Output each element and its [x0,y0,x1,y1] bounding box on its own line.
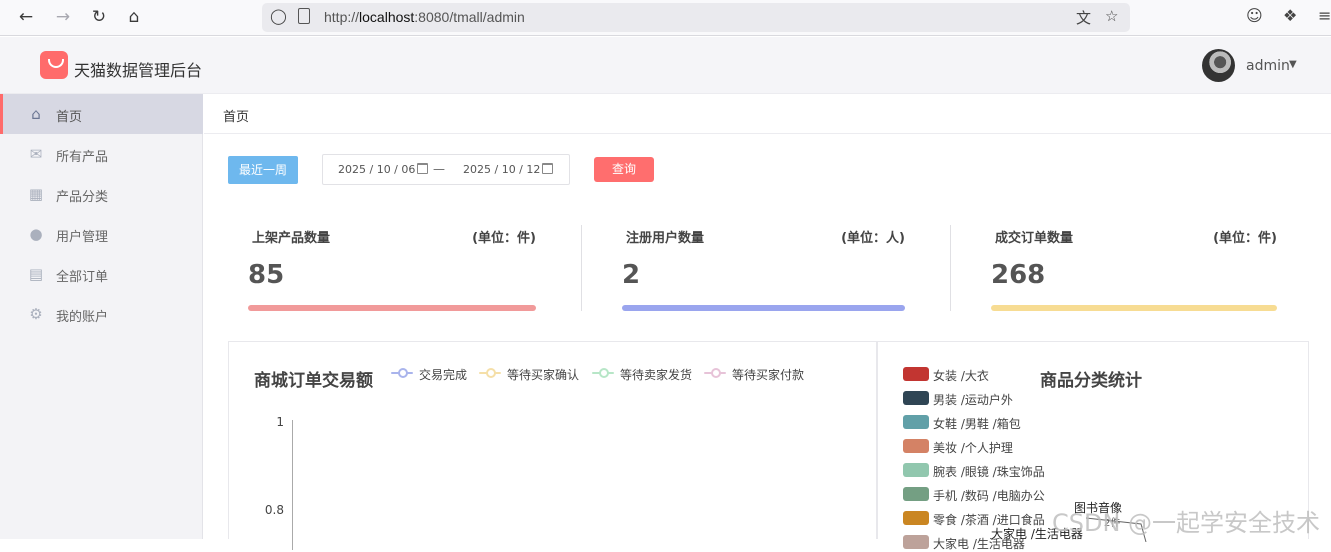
grid-icon: ▦ [28,185,44,203]
sidebar-item-categories[interactable]: ▦ 产品分类 [0,174,203,214]
legend-marker [704,368,726,378]
stat-value: 85 [248,260,285,290]
browser-toolbar: ← → ↻ ⌂ ◯ http://localhost:8080/tmall/ad… [0,0,1331,36]
shield-icon[interactable]: ◯ [270,7,287,25]
legend-label: 女装 /大衣 [933,369,989,383]
breadcrumb: 首页 [204,94,1331,134]
sidebar-item-home[interactable]: ⌂ 首页 [0,94,203,134]
app-title: 天猫数据管理后台 [74,61,203,80]
legend-label: 腕表 /眼镜 /珠宝饰品 [933,465,1045,479]
bookmark-star-icon[interactable]: ☆ [1105,7,1118,25]
legend-label: 等待卖家发货 [620,368,693,382]
sidebar-item-label: 首页 [56,110,83,125]
app-header: 天猫数据管理后台 admin ▼ [0,37,1331,94]
home-page-icon[interactable]: ⌂ [122,6,146,28]
recent-week-button[interactable]: 最近一周 [228,156,298,184]
legend-label: 等待买家付款 [732,368,805,382]
stat-value: 2 [622,260,641,290]
legend-swatch [903,487,929,501]
legend-swatch [903,439,929,453]
translate-icon[interactable]: 文 [1076,7,1091,28]
legend-swatch [903,535,929,549]
breadcrumb-home[interactable]: 首页 [223,106,249,125]
date-separator: — [433,162,445,176]
legend-label: 交易完成 [419,368,468,382]
legend-swatch [903,511,929,525]
query-button[interactable]: 查询 [594,157,654,182]
legend-label: 手机 /数码 /电脑办公 [933,489,1045,503]
legend-label: 男装 /运动户外 [933,393,1013,407]
sidebar-item-label: 我的账户 [56,310,109,325]
y-axis [292,420,293,550]
forward-icon[interactable]: → [51,6,75,28]
sidebar: ⌂ 首页 ✉ 所有产品 ▦ 产品分类 ● 用户管理 ▤ 全部订单 ⚙ 我的账户 [0,94,203,539]
stat-unit: (单位：人) [841,231,905,246]
legend-label: 等待买家确认 [507,368,580,382]
legend-label: 美妆 /个人护理 [933,441,1013,455]
user-icon: ● [29,225,43,243]
avatar[interactable] [1202,49,1235,82]
calendar-icon [417,163,428,174]
stat-bar [991,305,1277,311]
sidebar-item-label: 用户管理 [56,230,109,245]
order-chart-title: 商城订单交易额 [254,371,373,391]
category-chart-title: 商品分类统计 [1040,371,1142,391]
end-date-input[interactable]: 2025 / 10 / 12 [463,163,540,176]
y-tick-label: 0.8 [264,503,284,517]
sidebar-item-orders[interactable]: ▤ 全部订单 [0,254,203,294]
back-icon[interactable]: ← [14,6,38,28]
sidebar-item-products[interactable]: ✉ 所有产品 [0,134,203,174]
home-icon: ⌂ [31,105,41,123]
stat-label: 上架产品数量 [252,231,331,246]
legend-swatch [903,415,929,429]
legend-swatch [903,391,929,405]
menu-icon[interactable]: ≡ [1318,6,1331,25]
legend-label: 女鞋 /男鞋 /箱包 [933,417,1021,431]
divider [950,225,951,311]
start-date-input[interactable]: 2025 / 10 / 06 [338,163,415,176]
extensions-icon[interactable]: ❖ [1283,6,1297,25]
legend-marker [592,368,614,378]
stat-users: 注册用户数量 (单位：人) 2 [622,222,912,318]
stat-orders: 成交订单数量 (单位：件) 268 [991,222,1281,318]
date-range-picker[interactable]: 2025 / 10 / 06 — 2025 / 10 / 12 [322,154,570,185]
stat-label: 成交订单数量 [995,231,1074,246]
reload-icon[interactable]: ↻ [87,6,111,28]
legend-marker [479,368,501,378]
divider [581,225,582,311]
legend-swatch [903,463,929,477]
user-name[interactable]: admin [1246,58,1290,74]
sidebar-item-account[interactable]: ⚙ 我的账户 [0,294,203,334]
gear-icon: ⚙ [29,305,43,323]
calendar-icon [542,163,553,174]
sidebar-item-label: 所有产品 [56,150,109,165]
stat-bar [248,305,536,311]
stat-label: 注册用户数量 [626,231,705,246]
tmall-logo-icon [40,51,68,79]
address-bar[interactable]: ◯ http://localhost:8080/tmall/admin 文 ☆ [262,3,1130,32]
url-text[interactable]: http://localhost:8080/tmall/admin [324,9,525,25]
stat-products: 上架产品数量 (单位：件) 85 [248,222,538,318]
watermark: CSDN @一起学安全技术 [1052,509,1321,537]
page-icon [298,8,310,24]
y-tick-label: 1 [276,415,284,429]
mail-icon: ✉ [29,145,43,163]
account-icon[interactable]: ☺ [1246,6,1263,25]
sidebar-item-label: 全部订单 [56,270,109,285]
stat-unit: (单位：件) [472,231,536,246]
sidebar-item-label: 产品分类 [56,190,109,205]
stat-unit: (单位：件) [1213,231,1277,246]
legend-swatch [903,367,929,381]
caret-down-icon[interactable]: ▼ [1289,59,1297,70]
legend-marker [391,368,413,378]
stat-value: 268 [991,260,1046,290]
sidebar-item-users[interactable]: ● 用户管理 [0,214,203,254]
clipboard-icon: ▤ [28,265,44,283]
order-chart-panel: 商城订单交易额 交易完成 等待买家确认 等待卖家发货 等待买家付款 1 0.8 [228,341,877,550]
stat-bar [622,305,905,311]
